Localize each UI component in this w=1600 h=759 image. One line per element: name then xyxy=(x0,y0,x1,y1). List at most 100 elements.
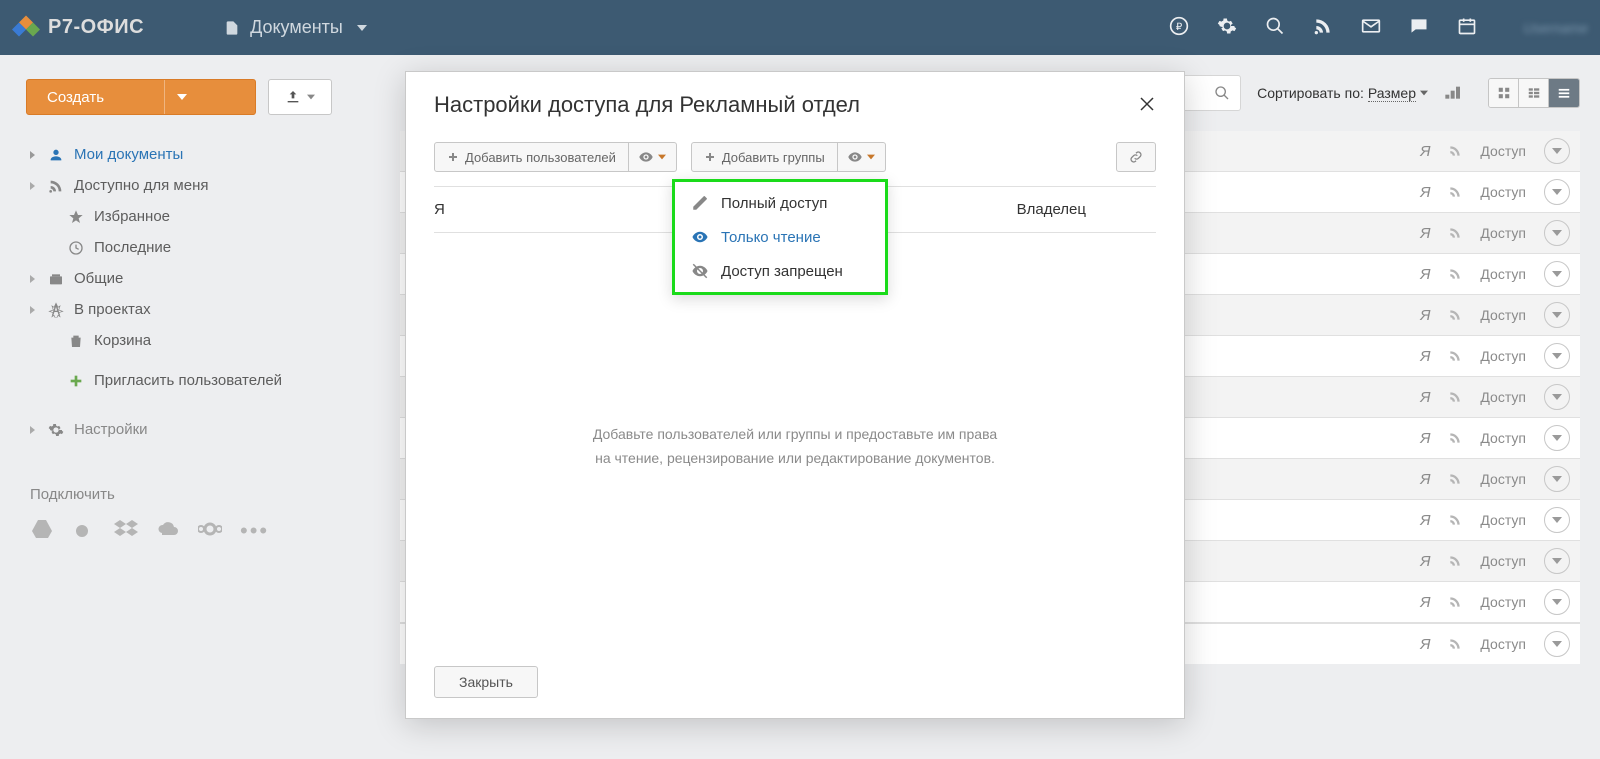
button-label: Закрыть xyxy=(459,674,513,690)
permission-option-read[interactable]: Только чтение xyxy=(675,220,885,254)
create-button[interactable]: Создать xyxy=(26,79,256,115)
box-icon[interactable] xyxy=(72,517,96,544)
file-access[interactable]: Доступ xyxy=(1480,512,1526,528)
create-button-label: Создать xyxy=(47,89,104,106)
view-grid-button[interactable] xyxy=(1489,79,1519,107)
add-groups-button[interactable]: Добавить группы xyxy=(691,142,838,172)
view-list-button[interactable] xyxy=(1549,79,1579,107)
mail-icon[interactable] xyxy=(1361,16,1381,39)
button-label: Добавить пользователей xyxy=(465,150,616,165)
permission-option-full[interactable]: Полный доступ xyxy=(675,186,885,220)
owner-me-label: Я xyxy=(434,201,445,218)
file-owner: Я xyxy=(1420,348,1430,365)
close-button[interactable] xyxy=(1138,95,1156,116)
file-menu-button[interactable] xyxy=(1544,507,1570,533)
nav-settings[interactable]: Настройки xyxy=(26,413,400,446)
search-icon[interactable] xyxy=(1265,16,1285,39)
header-icons: ₽ xyxy=(1169,16,1477,39)
file-menu-button[interactable] xyxy=(1544,631,1570,657)
modal-title: Настройки доступа для Рекламный отдел xyxy=(434,92,1138,118)
share-icon xyxy=(1448,390,1462,404)
nav-item-label: Избранное xyxy=(94,208,170,225)
file-access[interactable]: Доступ xyxy=(1480,471,1526,487)
file-access[interactable]: Доступ xyxy=(1480,143,1526,159)
file-access[interactable]: Доступ xyxy=(1480,553,1526,569)
file-menu-button[interactable] xyxy=(1544,384,1570,410)
file-owner: Я xyxy=(1420,636,1430,653)
file-owner: Я xyxy=(1420,430,1430,447)
chat-icon[interactable] xyxy=(1409,16,1429,39)
settings-label: Настройки xyxy=(74,421,148,438)
nav-item-label: Мои документы xyxy=(74,146,183,163)
file-menu-button[interactable] xyxy=(1544,343,1570,369)
file-access[interactable]: Доступ xyxy=(1480,594,1526,610)
file-access[interactable]: Доступ xyxy=(1480,348,1526,364)
view-switch xyxy=(1488,78,1580,108)
nav-trash[interactable]: Корзина xyxy=(26,325,400,356)
file-access[interactable]: Доступ xyxy=(1480,184,1526,200)
file-menu-button[interactable] xyxy=(1544,548,1570,574)
nav-item-label: Доступно для меня xyxy=(74,177,208,194)
file-owner: Я xyxy=(1420,184,1430,201)
owner-role-label: Владелец xyxy=(1017,201,1156,218)
close-modal-button[interactable]: Закрыть xyxy=(434,666,538,698)
view-compact-button[interactable] xyxy=(1519,79,1549,107)
nav-tree: Мои документы Доступно для меня Избранно… xyxy=(26,139,400,356)
file-owner: Я xyxy=(1420,307,1430,324)
upload-button[interactable] xyxy=(268,79,332,115)
file-owner: Я xyxy=(1420,266,1430,283)
nav-shared-with-me[interactable]: Доступно для меня xyxy=(26,170,400,201)
share-icon xyxy=(1448,308,1462,322)
nav-common[interactable]: Общие xyxy=(26,263,400,294)
google-drive-icon[interactable] xyxy=(30,517,54,544)
share-icon xyxy=(1448,554,1462,568)
groups-permission-dropdown[interactable] xyxy=(838,142,886,172)
file-menu-button[interactable] xyxy=(1544,179,1570,205)
file-menu-button[interactable] xyxy=(1544,220,1570,246)
permission-option-deny[interactable]: Доступ запрещен xyxy=(675,254,885,288)
nav-projects[interactable]: В проектах xyxy=(26,294,400,325)
logo[interactable]: Р7-ОФИС xyxy=(12,12,144,43)
calendar-icon[interactable] xyxy=(1457,16,1477,39)
user-menu[interactable]: Username xyxy=(1523,20,1588,36)
file-menu-button[interactable] xyxy=(1544,466,1570,492)
file-access[interactable]: Доступ xyxy=(1480,225,1526,241)
file-access[interactable]: Доступ xyxy=(1480,430,1526,446)
file-access[interactable]: Доступ xyxy=(1480,307,1526,323)
gear-icon[interactable] xyxy=(1217,16,1237,39)
users-permission-dropdown[interactable] xyxy=(629,142,677,172)
file-menu-button[interactable] xyxy=(1544,302,1570,328)
sort-direction-icon[interactable] xyxy=(1444,84,1460,103)
currency-icon[interactable]: ₽ xyxy=(1169,16,1189,39)
module-dropdown[interactable]: Документы xyxy=(224,17,367,38)
file-owner: Я xyxy=(1420,594,1430,611)
nav-my-documents[interactable]: Мои документы xyxy=(26,139,400,170)
file-owner: Я xyxy=(1420,225,1430,242)
more-icon[interactable]: ••• xyxy=(240,520,269,542)
svg-text:₽: ₽ xyxy=(1176,22,1183,33)
permission-dropdown-menu: Полный доступ Только чтение Доступ запре… xyxy=(672,179,888,295)
copy-link-button[interactable] xyxy=(1116,142,1156,172)
file-menu-button[interactable] xyxy=(1544,138,1570,164)
nextcloud-icon[interactable] xyxy=(198,517,222,544)
share-icon xyxy=(1448,144,1462,158)
add-users-button[interactable]: Добавить пользователей xyxy=(434,142,629,172)
file-menu-button[interactable] xyxy=(1544,261,1570,287)
nav-item-label: Последние xyxy=(94,239,171,256)
feed-icon[interactable] xyxy=(1313,16,1333,39)
nav-favorites[interactable]: Избранное xyxy=(26,201,400,232)
invite-users[interactable]: Пригласить пользователей xyxy=(26,356,400,405)
file-access[interactable]: Доступ xyxy=(1480,266,1526,282)
file-menu-button[interactable] xyxy=(1544,425,1570,451)
file-menu-button[interactable] xyxy=(1544,589,1570,615)
nav-recent[interactable]: Последние xyxy=(26,232,400,263)
file-access[interactable]: Доступ xyxy=(1480,636,1526,652)
sort-dropdown[interactable]: Сортировать по: Размер xyxy=(1257,85,1428,102)
file-access[interactable]: Доступ xyxy=(1480,389,1526,405)
share-icon xyxy=(1448,431,1462,445)
invite-label: Пригласить пользователей xyxy=(94,372,282,389)
dropbox-icon[interactable] xyxy=(114,517,138,544)
share-icon xyxy=(1448,185,1462,199)
onedrive-icon[interactable] xyxy=(156,517,180,544)
share-icon xyxy=(1448,226,1462,240)
